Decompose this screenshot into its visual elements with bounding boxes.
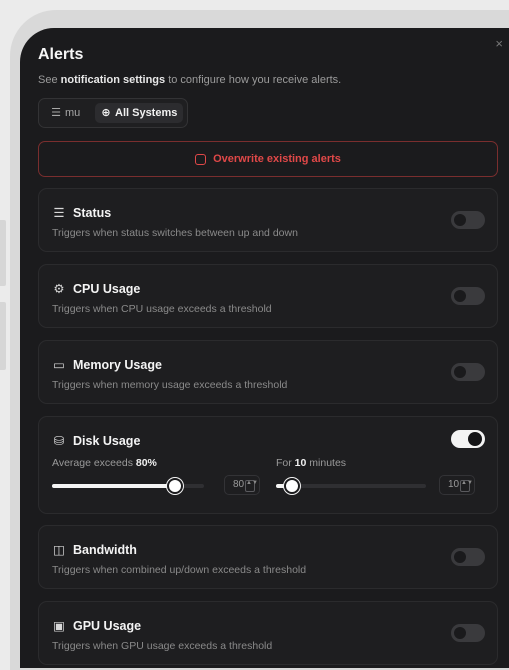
system-scope-tabs: ☰ mu ⊕ All Systems	[38, 98, 188, 128]
duration-slider[interactable]	[276, 478, 426, 494]
alert-title-row: ☰ Status	[52, 205, 111, 220]
stepper-icon[interactable]: ▲▼	[460, 480, 473, 492]
alerts-dialog: × Alerts See notification settings to co…	[20, 28, 509, 668]
alert-description: Triggers when GPU usage exceeds a thresh…	[52, 640, 273, 652]
tab-label: All Systems	[115, 107, 178, 119]
alert-title-row: ▣ GPU Usage	[52, 618, 141, 633]
bandwidth-toggle[interactable]	[451, 548, 485, 566]
duration-input[interactable]: 10 ▲▼	[439, 475, 475, 495]
slider-thumb[interactable]	[167, 478, 183, 494]
threshold-slider[interactable]	[52, 478, 204, 494]
tab-all-systems[interactable]: ⊕ All Systems	[95, 103, 183, 123]
alert-title: Disk Usage	[73, 434, 141, 448]
tab-label: mu	[65, 107, 81, 119]
globe-icon: ⊕	[101, 107, 111, 119]
duration-value: 10	[294, 457, 307, 469]
notification-settings-link[interactable]: notification settings	[61, 74, 166, 86]
device-edge-button	[0, 302, 6, 370]
duration-input-value: 10	[448, 479, 460, 490]
threshold-input[interactable]: 80 ▲▼	[224, 475, 260, 495]
memory-toggle[interactable]	[451, 363, 485, 381]
toggle-knob	[454, 290, 466, 302]
duration-label: For 10 minutes	[276, 457, 346, 469]
dialog-title: Alerts	[38, 46, 84, 63]
disk-icon: ⛁	[53, 434, 65, 448]
alert-title: Bandwidth	[73, 543, 137, 557]
tab-mu[interactable]: ☰ mu	[45, 103, 93, 123]
toggle-knob	[454, 214, 466, 226]
alert-description: Triggers when memory usage exceeds a thr…	[52, 379, 288, 391]
alert-card-memory: ▭ Memory Usage Triggers when memory usage…	[38, 340, 498, 404]
alert-title-row: ▭ Memory Usage	[52, 357, 162, 372]
server-icon: ☰	[51, 107, 61, 119]
alert-title: GPU Usage	[73, 619, 142, 633]
threshold-prefix: Average exceeds	[52, 457, 136, 469]
cpu-toggle[interactable]	[451, 287, 485, 305]
stepper-icon[interactable]: ▲▼	[245, 480, 258, 492]
duration-prefix: For	[276, 457, 295, 469]
alert-card-status: ☰ Status Triggers when status switches be…	[38, 188, 498, 252]
threshold-label: Average exceeds 80%	[52, 457, 157, 469]
alert-description: Triggers when combined up/down exceeds a…	[52, 564, 307, 576]
memory-icon: ▭	[53, 358, 65, 372]
alert-description: Triggers when status switches between up…	[52, 227, 298, 239]
alert-title: Status	[73, 206, 112, 220]
toggle-knob	[454, 551, 466, 563]
duration-suffix: minutes	[306, 457, 347, 469]
alert-description: Triggers when CPU usage exceeds a thresh…	[52, 303, 272, 315]
cpu-icon: ⚙	[53, 282, 65, 296]
gpu-toggle[interactable]	[451, 624, 485, 642]
alert-title-row: ◫ Bandwidth	[52, 542, 137, 557]
slider-fill	[52, 484, 174, 488]
alert-title-row: ⚙ CPU Usage	[52, 281, 140, 296]
overwrite-alerts-checkbox[interactable]: Overwrite existing alerts	[38, 141, 498, 177]
disk-toggle[interactable]	[451, 430, 485, 448]
checkbox-icon	[195, 153, 207, 165]
alert-title: CPU Usage	[73, 282, 141, 296]
overwrite-label: Overwrite existing alerts	[213, 153, 341, 165]
subtitle-text: to configure how you receive alerts.	[165, 74, 342, 86]
server-icon: ☰	[53, 206, 65, 220]
threshold-value: 80%	[135, 457, 157, 469]
network-icon: ◫	[53, 543, 65, 557]
alert-title-row: ⛁ Disk Usage	[52, 433, 141, 448]
slider-thumb[interactable]	[284, 478, 300, 494]
toggle-knob	[468, 432, 482, 446]
subtitle-text: See	[38, 74, 61, 86]
gpu-icon: ▣	[53, 619, 65, 633]
threshold-input-value: 80	[233, 479, 245, 490]
close-icon[interactable]: ×	[495, 36, 503, 51]
alert-card-disk: ⛁ Disk Usage Average exceeds 80% For 10 m…	[38, 416, 498, 514]
alert-card-bandwidth: ◫ Bandwidth Triggers when combined up/dow…	[38, 525, 498, 589]
status-toggle[interactable]	[451, 211, 485, 229]
alert-card-cpu: ⚙ CPU Usage Triggers when CPU usage excee…	[38, 264, 498, 328]
alert-title: Memory Usage	[73, 358, 162, 372]
toggle-knob	[454, 366, 466, 378]
dialog-subtitle: See notification settings to configure h…	[38, 74, 341, 86]
device-edge-button	[0, 220, 6, 286]
alert-card-gpu: ▣ GPU Usage Triggers when GPU usage excee…	[38, 601, 498, 665]
toggle-knob	[454, 627, 466, 639]
